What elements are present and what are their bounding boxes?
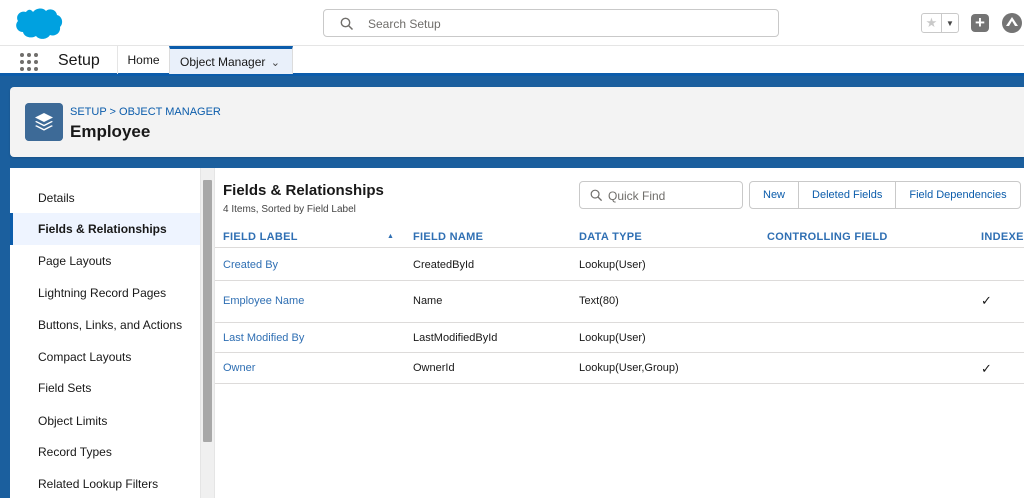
field-label-link[interactable]: Owner (223, 362, 255, 374)
fields-relationships-content: Fields & Relationships 4 Items, Sorted b… (214, 168, 1024, 498)
tab-object-manager[interactable]: Object Manager ⌄ (169, 46, 293, 74)
sidebar-item-label: Page Layouts (38, 254, 112, 268)
section-title: Fields & Relationships (223, 182, 384, 199)
page-title: Employee (70, 122, 151, 141)
sidebar-item-page-layouts[interactable]: Page Layouts (10, 245, 200, 277)
favorites-group: ★ ▼ (921, 13, 959, 33)
field-name-cell: OwnerId (413, 362, 455, 374)
app-name: Setup (58, 52, 100, 69)
data-type-cell: Text(80) (579, 295, 619, 307)
field-label-link[interactable]: Last Modified By (223, 332, 304, 344)
search-icon (340, 17, 354, 31)
field-dependencies-button[interactable]: Field Dependencies (896, 182, 1019, 208)
section-subtitle: 4 Items, Sorted by Field Label (223, 204, 356, 215)
tab-home-label: Home (127, 53, 160, 67)
table-row: Owner OwnerId Lookup(User,Group) ✓ (215, 353, 1024, 384)
field-label-link[interactable]: Created By (223, 259, 278, 271)
indexed-check-icon: ✓ (981, 361, 992, 376)
app-launcher-icon[interactable] (20, 53, 38, 71)
table-row: Employee Name Name Text(80) ✓ (215, 281, 1024, 323)
data-type-cell: Lookup(User) (579, 259, 646, 271)
column-header-field-name[interactable]: FIELD NAME (413, 231, 483, 243)
sidebar-item-label: Related Lookup Filters (38, 477, 159, 491)
sidebar-item-related-lookup-filters[interactable]: Related Lookup Filters (10, 468, 200, 498)
sidebar-item-label: Fields & Relationships (38, 222, 167, 236)
sidebar-item-buttons-links-actions[interactable]: Buttons, Links, and Actions (10, 309, 200, 341)
field-label-link[interactable]: Employee Name (223, 295, 304, 307)
column-header-indexed[interactable]: INDEXED (981, 231, 1024, 243)
sidebar-item-label: Details (38, 191, 75, 205)
table-row: Created By CreatedById Lookup(User) (215, 249, 1024, 281)
sidebar-item-label: Record Types (38, 445, 112, 459)
column-header-data-type[interactable]: DATA TYPE (579, 231, 642, 243)
sidebar-item-lightning-record-pages[interactable]: Lightning Record Pages (10, 277, 200, 309)
search-placeholder: Search Setup (368, 17, 441, 31)
sidebar-scrollbar-thumb[interactable] (203, 180, 212, 442)
column-header-field-label[interactable]: FIELD LABEL (223, 231, 298, 243)
sidebar-item-field-sets[interactable]: Field Sets (10, 372, 200, 404)
tab-home[interactable]: Home (117, 46, 169, 74)
sort-ascending-icon[interactable]: ▲ (387, 233, 394, 240)
layers-icon (25, 103, 63, 141)
favorites-dropdown-icon[interactable]: ▼ (941, 14, 958, 32)
sidebar-item-label: Compact Layouts (38, 350, 132, 364)
chevron-down-icon[interactable]: ⌄ (271, 56, 280, 69)
object-header: SETUP > OBJECT MANAGER Employee (10, 87, 1024, 157)
sidebar: Details Fields & Relationships Page Layo… (10, 168, 200, 498)
deleted-fields-button[interactable]: Deleted Fields (799, 182, 897, 208)
sidebar-item-object-limits[interactable]: Object Limits (10, 405, 200, 437)
context-bar: Setup Home Object Manager ⌄ (0, 45, 1024, 76)
global-actions-plus-icon[interactable]: + (971, 14, 989, 32)
salesforce-logo[interactable] (13, 6, 63, 40)
tab-object-manager-label: Object Manager (180, 54, 266, 69)
table-row: Last Modified By LastModifiedById Lookup… (215, 323, 1024, 353)
field-name-cell: Name (413, 295, 443, 307)
sidebar-item-fields-relationships[interactable]: Fields & Relationships (10, 213, 200, 245)
action-button-group: New Deleted Fields Field Dependencies (749, 181, 1021, 209)
field-name-cell: CreatedById (413, 259, 475, 271)
quick-find-placeholder: Quick Find (608, 189, 666, 203)
sidebar-item-record-types[interactable]: Record Types (10, 436, 200, 468)
sidebar-item-label: Lightning Record Pages (38, 286, 167, 300)
search-setup-input[interactable]: Search Setup (323, 9, 779, 37)
indexed-check-icon: ✓ (981, 293, 992, 308)
star-icon[interactable]: ★ (922, 14, 941, 32)
global-header: Search Setup ★ ▼ + (0, 0, 1024, 45)
sidebar-item-label: Field Sets (38, 381, 92, 395)
column-header-controlling-field[interactable]: CONTROLLING FIELD (767, 231, 888, 243)
sidebar-item-label: Buttons, Links, and Actions (38, 318, 183, 332)
search-icon (590, 189, 603, 202)
quick-find-input[interactable]: Quick Find (579, 181, 743, 209)
trailhead-icon[interactable] (1001, 12, 1023, 34)
table-header: FIELD LABEL ▲ FIELD NAME DATA TYPE CONTR… (215, 224, 1024, 248)
data-type-cell: Lookup(User) (579, 332, 646, 344)
field-name-cell: LastModifiedById (413, 332, 498, 344)
breadcrumb[interactable]: SETUP > OBJECT MANAGER (70, 106, 221, 118)
sidebar-item-label: Object Limits (38, 414, 108, 428)
new-button[interactable]: New (750, 182, 800, 208)
sidebar-item-compact-layouts[interactable]: Compact Layouts (10, 341, 200, 373)
sidebar-item-details[interactable]: Details (10, 182, 200, 214)
main-panel: Details Fields & Relationships Page Layo… (10, 168, 1024, 498)
data-type-cell: Lookup(User,Group) (579, 362, 679, 374)
